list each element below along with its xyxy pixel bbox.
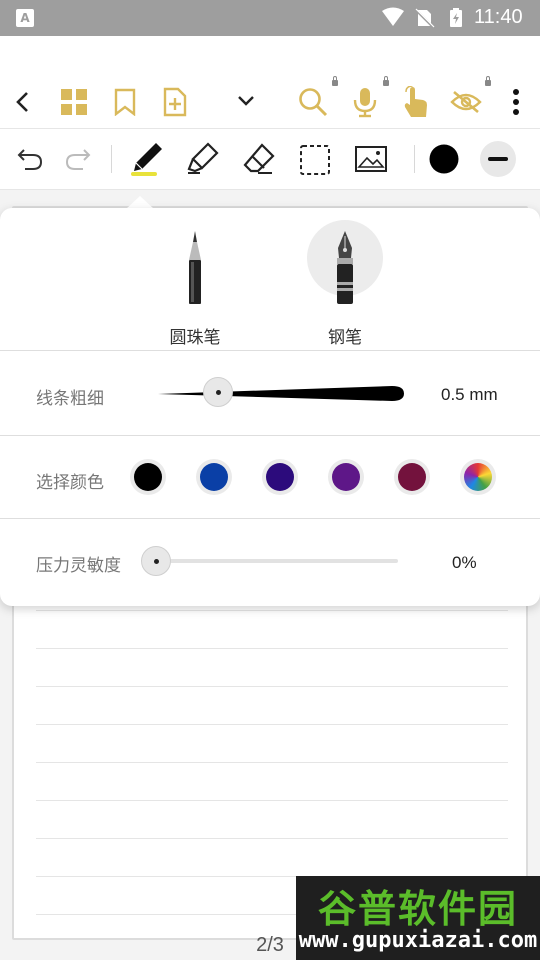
pen-option-fountain[interactable]: 钢笔 <box>305 220 385 348</box>
pen-label: 圆珠笔 <box>169 328 221 348</box>
ruled-line <box>36 762 508 763</box>
ruled-line <box>36 686 508 687</box>
pen-option-ballpoint[interactable]: 圆珠笔 <box>155 220 235 348</box>
color-swatch-purple[interactable] <box>328 459 364 495</box>
popup-divider <box>0 435 540 436</box>
pen-settings-popup: 圆珠笔 钢笔 线条粗细 0.5 mm 选择颜色 压力灵敏度 0% <box>0 208 540 606</box>
watermark-title: 谷普软件园 <box>317 887 518 931</box>
fountain-pen-icon <box>337 231 353 304</box>
pen-label: 钢笔 <box>328 328 362 348</box>
pressure-slider-thumb[interactable] <box>141 546 171 576</box>
color-swatch-maroon[interactable] <box>394 459 430 495</box>
ruled-line <box>36 800 508 801</box>
redo-icon[interactable] <box>64 146 92 172</box>
pressure-slider-track[interactable] <box>156 559 398 563</box>
ruled-line <box>36 838 508 839</box>
color-swatch-custom[interactable] <box>460 459 496 495</box>
color-swatch-blue[interactable] <box>196 459 232 495</box>
clock: 11:40 <box>474 6 523 28</box>
status-bar: A 11:40 <box>0 0 540 36</box>
eraser-icon[interactable] <box>242 142 276 176</box>
ballpoint-pen-icon <box>189 231 201 304</box>
back-arrow-icon[interactable] <box>14 91 32 113</box>
touch-hand-icon[interactable] <box>401 86 429 118</box>
lock-icon <box>332 76 338 86</box>
popup-divider <box>0 350 540 351</box>
color-swatch-black[interactable] <box>130 459 166 495</box>
thickness-value: 0.5 mm <box>441 385 498 404</box>
watermark: 谷普软件园 www.gupuxiazai.com <box>296 876 540 960</box>
toolbar-divider <box>111 145 112 173</box>
eye-off-icon[interactable] <box>450 90 482 114</box>
add-page-icon[interactable] <box>162 87 188 117</box>
stroke-width-button[interactable] <box>480 141 516 177</box>
grid-view-icon[interactable] <box>60 88 88 116</box>
more-vert-icon[interactable] <box>512 88 520 116</box>
current-color-swatch[interactable] <box>428 143 460 175</box>
color-label: 选择颜色 <box>36 473 104 493</box>
status-icons <box>382 7 462 29</box>
pen-tool-icon[interactable] <box>128 140 166 178</box>
thickness-slider-thumb[interactable] <box>203 377 233 407</box>
lasso-select-icon[interactable] <box>299 144 331 176</box>
wifi-icon <box>382 7 404 26</box>
search-icon[interactable] <box>298 87 328 117</box>
pressure-label: 压力灵敏度 <box>36 556 121 576</box>
bookmark-icon[interactable] <box>113 88 137 116</box>
thickness-slider-track[interactable] <box>156 380 406 410</box>
lock-icon <box>383 76 389 86</box>
popup-divider <box>0 518 540 519</box>
app-notification-icon: A <box>16 9 34 27</box>
microphone-icon[interactable] <box>352 86 378 118</box>
highlighter-icon[interactable] <box>186 142 220 176</box>
image-icon[interactable] <box>354 145 388 173</box>
watermark-url: www.gupuxiazai.com <box>298 928 538 953</box>
app-bar <box>0 36 540 128</box>
ruled-line <box>36 648 508 649</box>
color-swatch-indigo[interactable] <box>262 459 298 495</box>
toolbar-divider <box>414 145 415 173</box>
chevron-down-icon[interactable] <box>237 95 255 107</box>
ruled-line <box>36 724 508 725</box>
no-sim-icon <box>414 8 435 29</box>
lock-icon <box>485 76 491 86</box>
pressure-value: 0% <box>452 553 477 572</box>
thickness-label: 线条粗细 <box>36 389 104 409</box>
ruled-line <box>36 610 508 611</box>
battery-charging-icon <box>450 8 462 27</box>
undo-icon[interactable] <box>16 146 44 172</box>
drawing-toolbar <box>0 128 540 190</box>
